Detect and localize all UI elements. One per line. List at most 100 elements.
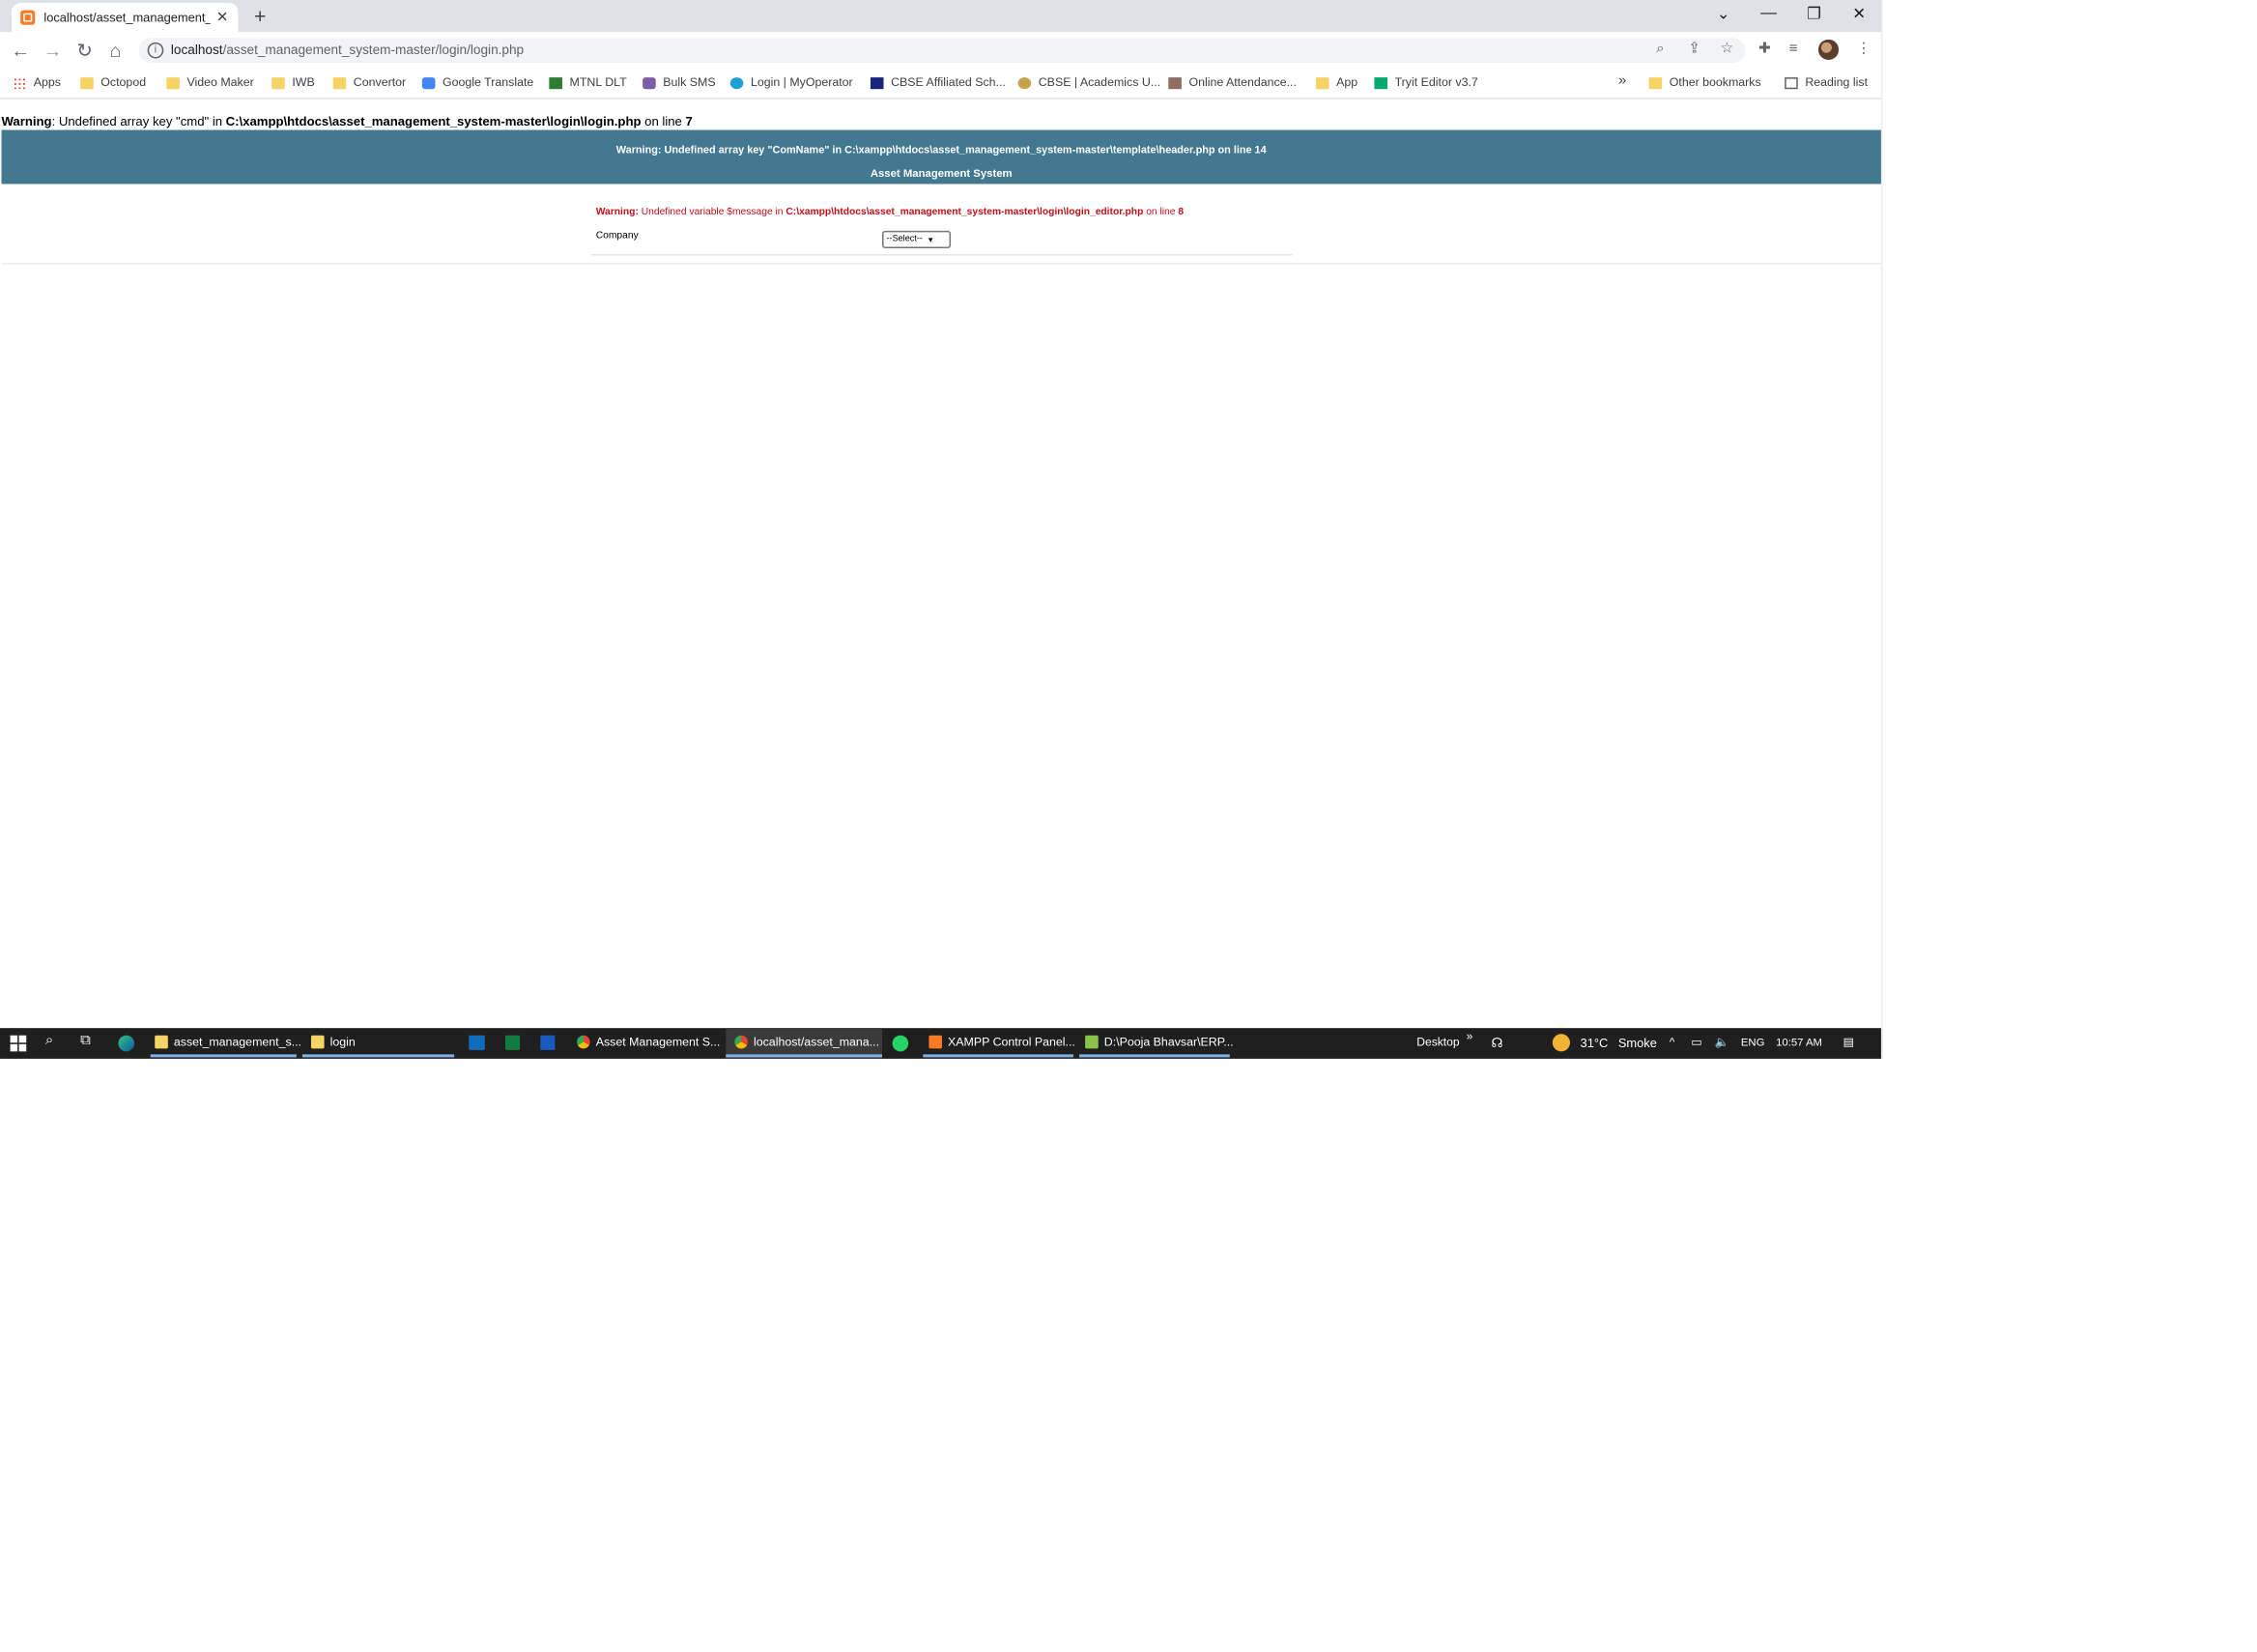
- notepad-icon: [1085, 1035, 1099, 1049]
- clock-time[interactable]: 10:57 AM: [1776, 1036, 1822, 1049]
- reading-list[interactable]: Reading list: [1785, 76, 1868, 89]
- taskbar-item-label: Asset Management S...: [595, 1035, 721, 1049]
- minimize-button[interactable]: —: [1747, 5, 1790, 22]
- bookmark-myoperator[interactable]: Login | MyOperator: [729, 76, 853, 89]
- browser-tab-active[interactable]: localhost/asset_management_sy ✕: [12, 3, 239, 33]
- home-icon[interactable]: ⌂: [103, 40, 127, 62]
- weather-temperature[interactable]: 31°C: [1581, 1036, 1609, 1050]
- network-icon[interactable]: ▭: [1691, 1036, 1701, 1049]
- bookmark-label: Video Maker: [186, 75, 254, 90]
- bookmark-tryit-editor[interactable]: Tryit Editor v3.7: [1374, 76, 1478, 89]
- bookmark-cbse-affiliated[interactable]: CBSE Affiliated Sch...: [870, 75, 1006, 90]
- word-icon[interactable]: [540, 1035, 556, 1050]
- whatsapp-icon[interactable]: [892, 1035, 909, 1052]
- bookmark-label: CBSE Affiliated Sch...: [891, 75, 1006, 90]
- taskbar-item-chrome-localhost[interactable]: localhost/asset_mana...: [734, 1035, 880, 1049]
- url-text[interactable]: localhost/asset_management_system-master…: [171, 43, 524, 57]
- bookmark-app[interactable]: App: [1315, 75, 1358, 90]
- task-view-icon[interactable]: ⧉: [80, 1033, 91, 1049]
- taskbar-running-indicator: [1079, 1054, 1230, 1058]
- bookmark-cbse-academics[interactable]: CBSE | Academics U...: [1017, 75, 1161, 90]
- bookmark-bulk-sms[interactable]: Bulk SMS: [643, 75, 716, 90]
- bookmark-label: App: [1336, 75, 1358, 90]
- profile-avatar[interactable]: [1817, 39, 1840, 60]
- desktop-chevron-icon[interactable]: »: [1467, 1030, 1473, 1043]
- bookmark-mtnl-dlt[interactable]: MTNL DLT: [549, 76, 627, 89]
- bookmark-video-maker[interactable]: Video Maker: [166, 75, 254, 90]
- taskbar-item-explorer-login[interactable]: login: [310, 1035, 356, 1049]
- url-host: localhost: [170, 42, 223, 57]
- forward-arrow-icon[interactable]: →: [41, 40, 64, 62]
- share-icon[interactable]: ⇪: [1688, 41, 1700, 57]
- close-window-button[interactable]: ✕: [1838, 5, 1881, 24]
- media-controls-icon[interactable]: ≡: [1789, 41, 1798, 57]
- extensions-icon[interactable]: ✚: [1758, 41, 1771, 57]
- warning-text: : Undefined array key "cmd" in: [51, 113, 226, 129]
- taskbar-item-chrome-asset[interactable]: Asset Management S...: [577, 1035, 721, 1049]
- reload-icon[interactable]: ↻: [73, 40, 97, 63]
- bookmark-label: CBSE | Academics U...: [1038, 75, 1161, 90]
- bookmark-online-attendance[interactable]: Online Attendance...: [1168, 75, 1297, 90]
- chrome-icon: [734, 1035, 748, 1049]
- screen-edge: [1880, 0, 1883, 1059]
- reading-list-icon: [1785, 76, 1798, 89]
- mail-icon[interactable]: [469, 1035, 485, 1050]
- php-warning-message: Warning: Undefined variable $message in …: [596, 208, 1184, 218]
- sms-icon: [643, 76, 656, 89]
- weather-sun-icon[interactable]: [1552, 1034, 1570, 1052]
- taskbar-item-xampp[interactable]: XAMPP Control Panel...: [929, 1035, 1075, 1049]
- folder-icon: [166, 76, 180, 89]
- people-icon[interactable]: ☊: [1491, 1036, 1502, 1052]
- taskbar-running-indicator: [150, 1054, 297, 1058]
- warning-on-line: on line: [1143, 207, 1179, 218]
- bookmark-star-icon[interactable]: ☆: [1721, 41, 1734, 57]
- bookmark-label: Online Attendance...: [1188, 75, 1297, 90]
- excel-icon[interactable]: [505, 1035, 521, 1050]
- php-warning-comname: Warning: Undefined array key "ComName" i…: [615, 143, 1267, 157]
- bookmark-label: Bulk SMS: [663, 75, 716, 90]
- desktop-toolbar-label[interactable]: Desktop: [1416, 1036, 1459, 1049]
- warning-text: Undefined variable $message in: [638, 207, 786, 218]
- new-tab-button[interactable]: +: [254, 5, 266, 28]
- edge-icon[interactable]: [118, 1035, 135, 1052]
- notifications-icon[interactable]: ▤: [1843, 1036, 1854, 1049]
- restore-button[interactable]: ❐: [1792, 5, 1836, 24]
- back-arrow-icon[interactable]: ←: [9, 40, 32, 62]
- language-indicator[interactable]: ENG: [1741, 1036, 1765, 1049]
- windows-start-icon[interactable]: [10, 1035, 27, 1052]
- bookmark-octopod[interactable]: Octopod: [80, 76, 146, 89]
- bookmark-apps[interactable]: Apps: [13, 76, 61, 89]
- form-divider: [591, 254, 1293, 256]
- bookmark-convertor[interactable]: Convertor: [332, 76, 406, 89]
- url-path: /asset_management_system-master/login/lo…: [222, 42, 525, 57]
- page-divider: [1, 263, 1881, 265]
- taskbar-item-explorer-asset[interactable]: asset_management_s...: [155, 1035, 301, 1049]
- bookmark-iwb[interactable]: IWB: [271, 76, 315, 89]
- taskbar-item-label: login: [329, 1035, 356, 1049]
- cbse-icon: [870, 76, 884, 89]
- folder-icon: [1648, 76, 1663, 89]
- bookmark-google-translate[interactable]: Google Translate: [421, 76, 533, 89]
- folder-icon: [271, 76, 285, 89]
- w3-icon: [1374, 76, 1388, 89]
- tab-strip: [0, 0, 1883, 33]
- weather-condition[interactable]: Smoke: [1618, 1036, 1657, 1050]
- taskbar-item-label: localhost/asset_mana...: [753, 1035, 880, 1049]
- taskbar-item-notepad[interactable]: D:\Pooja Bhavsar\ERP...: [1085, 1035, 1234, 1049]
- cbse-seal-icon: [1017, 76, 1032, 89]
- tab-close-icon[interactable]: ✕: [216, 10, 229, 26]
- company-select[interactable]: --Select-- ▾: [882, 230, 952, 248]
- site-info-icon[interactable]: i: [147, 42, 164, 59]
- chrome-menu-icon[interactable]: ⋮: [1856, 41, 1871, 57]
- screen: localhost/asset_management_sy ✕ + ⌄ — ❐ …: [0, 0, 1883, 1059]
- tab-search-icon[interactable]: ⌄: [1701, 5, 1745, 24]
- bookmarks-overflow-chevron-icon[interactable]: »: [1618, 73, 1626, 90]
- other-bookmarks[interactable]: Other bookmarks: [1648, 76, 1761, 89]
- folder-icon: [332, 76, 347, 89]
- zoom-icon[interactable]: ⌕: [1656, 41, 1664, 57]
- taskbar-active-indicator: [726, 1054, 883, 1058]
- php-warning-cmd: Warning: Undefined array key "cmd" in C:…: [2, 114, 693, 128]
- volume-icon[interactable]: 🔈: [1715, 1036, 1729, 1049]
- search-icon[interactable]: ⌕: [45, 1033, 53, 1049]
- show-hidden-icons-chevron-icon[interactable]: ^: [1670, 1036, 1675, 1049]
